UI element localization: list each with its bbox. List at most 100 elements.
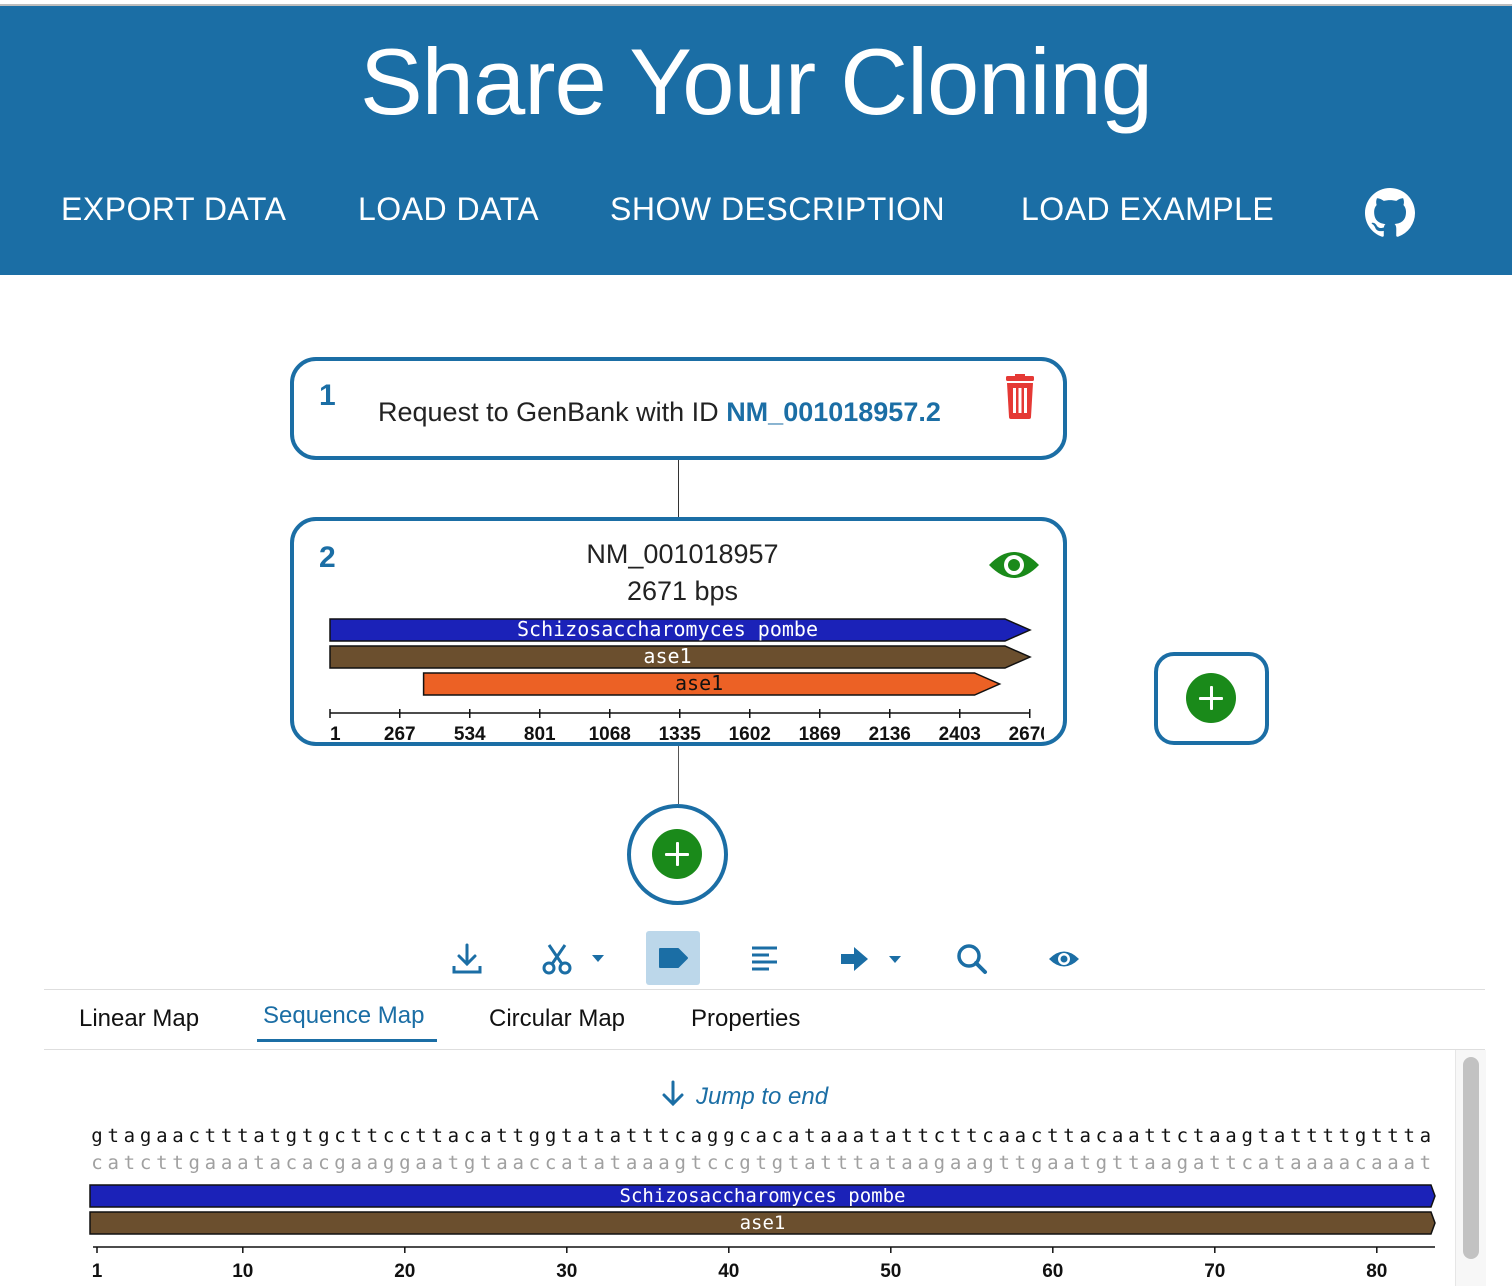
base: a xyxy=(1193,1152,1204,1174)
base: a xyxy=(269,1152,280,1174)
ruler-tick-label: 534 xyxy=(454,724,486,741)
download-icon[interactable] xyxy=(444,936,490,982)
nav-export-data[interactable]: EXPORT DATA xyxy=(61,191,286,228)
base: g xyxy=(318,1125,329,1147)
tab-properties[interactable]: Properties xyxy=(691,1005,800,1033)
base: g xyxy=(934,1152,945,1174)
base: t xyxy=(350,1125,361,1147)
base: g xyxy=(140,1125,151,1147)
source-card[interactable]: 1 Request to GenBank with ID NM_00101895… xyxy=(290,357,1067,460)
base: t xyxy=(1063,1125,1074,1147)
base: g xyxy=(91,1125,102,1147)
sequence-map-view: gtagaactttatgtgcttccttacattggtatatttcagg… xyxy=(89,1125,1436,1282)
base: t xyxy=(1128,1152,1139,1174)
add-step-circle[interactable] xyxy=(627,804,728,905)
ruler-tick-label: 1 xyxy=(92,1261,103,1282)
base: t xyxy=(124,1152,135,1174)
arrow-right-icon[interactable] xyxy=(838,936,906,982)
sequence-card[interactable]: 2 NM_001018957 2671 bps Schizosaccharomy… xyxy=(290,517,1067,746)
scissors-icon[interactable] xyxy=(536,936,610,982)
top-strand: gtagaactttatgtgcttccttacattggtatatttcagg… xyxy=(91,1125,1431,1147)
ruler-tick-label: 60 xyxy=(1042,1261,1063,1282)
visibility-icon[interactable] xyxy=(1044,936,1084,982)
base: a xyxy=(1015,1125,1026,1147)
base: a xyxy=(561,1152,572,1174)
add-source-card[interactable] xyxy=(1154,652,1269,745)
align-icon[interactable] xyxy=(746,936,784,982)
base: c xyxy=(318,1152,329,1174)
source-text: Request to GenBank with ID xyxy=(378,397,727,427)
base: t xyxy=(1274,1152,1285,1174)
base: g xyxy=(399,1152,410,1174)
base: a xyxy=(415,1152,426,1174)
base: a xyxy=(577,1125,588,1147)
ruler-tick-label: 1 xyxy=(330,724,341,741)
base: a xyxy=(237,1152,248,1174)
base: c xyxy=(140,1152,151,1174)
base: g xyxy=(772,1152,783,1174)
base: c xyxy=(723,1152,734,1174)
base: c xyxy=(383,1125,394,1147)
tabs-divider xyxy=(44,1049,1485,1050)
ruler-tick-label: 2670 xyxy=(1009,724,1044,741)
nav-load-example[interactable]: LOAD EXAMPLE xyxy=(1021,191,1274,228)
sequence-scrollbar-track[interactable] xyxy=(1455,1050,1486,1286)
feature-bar: ase1 xyxy=(89,1211,1436,1235)
genbank-id-link[interactable]: NM_001018957.2 xyxy=(726,397,941,427)
base: g xyxy=(464,1152,475,1174)
base: c xyxy=(1177,1125,1188,1147)
base: c xyxy=(464,1125,475,1147)
nav-show-description[interactable]: SHOW DESCRIPTION xyxy=(610,191,945,228)
jump-to-end-link[interactable]: Jump to end xyxy=(660,1080,828,1111)
add-step-button[interactable] xyxy=(652,829,702,879)
base: a xyxy=(448,1125,459,1147)
base: t xyxy=(869,1125,880,1147)
ruler-tick-label: 80 xyxy=(1366,1261,1387,1282)
feature-label: Schizosaccharomyces pombe xyxy=(517,617,818,641)
ruler-tick-label: 70 xyxy=(1204,1261,1225,1282)
tab-circular-map[interactable]: Circular Map xyxy=(489,1005,625,1033)
base: t xyxy=(237,1125,248,1147)
feature-arrow: ase1 xyxy=(329,644,1032,669)
add-source-button[interactable] xyxy=(1186,673,1236,723)
base: a xyxy=(885,1125,896,1147)
base: t xyxy=(626,1125,637,1147)
app-title: Share Your Cloning xyxy=(359,29,1153,134)
base: t xyxy=(561,1125,572,1147)
source-number: 1 xyxy=(319,379,336,412)
base: g xyxy=(674,1152,685,1174)
ruler-tick-label: 30 xyxy=(556,1261,577,1282)
base: g xyxy=(1031,1152,1042,1174)
tab-sequence-map[interactable]: Sequence Map xyxy=(263,1002,424,1030)
base: a xyxy=(869,1152,880,1174)
base: g xyxy=(707,1125,718,1147)
base: g xyxy=(1355,1125,1366,1147)
base: t xyxy=(221,1125,232,1147)
feature-arrow: ase1 xyxy=(422,671,1002,696)
feature-label: ase1 xyxy=(643,644,691,668)
base: a xyxy=(1274,1125,1285,1147)
nav-load-data[interactable]: LOAD DATA xyxy=(358,191,539,228)
base: a xyxy=(626,1152,637,1174)
base: a xyxy=(950,1152,961,1174)
search-icon[interactable] xyxy=(953,936,991,982)
base: t xyxy=(480,1152,491,1174)
base: a xyxy=(205,1152,216,1174)
eye-icon[interactable] xyxy=(987,545,1041,585)
source-description: Request to GenBank with ID NM_001018957.… xyxy=(378,397,941,428)
label-icon[interactable] xyxy=(646,931,700,985)
base: c xyxy=(739,1125,750,1147)
base: t xyxy=(253,1152,264,1174)
base: a xyxy=(1387,1152,1398,1174)
trash-icon[interactable] xyxy=(1002,374,1038,420)
sequence-scrollbar-thumb[interactable] xyxy=(1463,1057,1479,1259)
base: t xyxy=(593,1125,604,1147)
base: a xyxy=(642,1152,653,1174)
base: a xyxy=(1063,1152,1074,1174)
tab-linear-map[interactable]: Linear Map xyxy=(79,1005,199,1033)
ruler-tick-label: 1335 xyxy=(659,724,702,741)
github-icon[interactable] xyxy=(1365,188,1415,238)
base: t xyxy=(642,1125,653,1147)
base: t xyxy=(448,1152,459,1174)
ruler-tick-label: 2403 xyxy=(939,724,981,741)
